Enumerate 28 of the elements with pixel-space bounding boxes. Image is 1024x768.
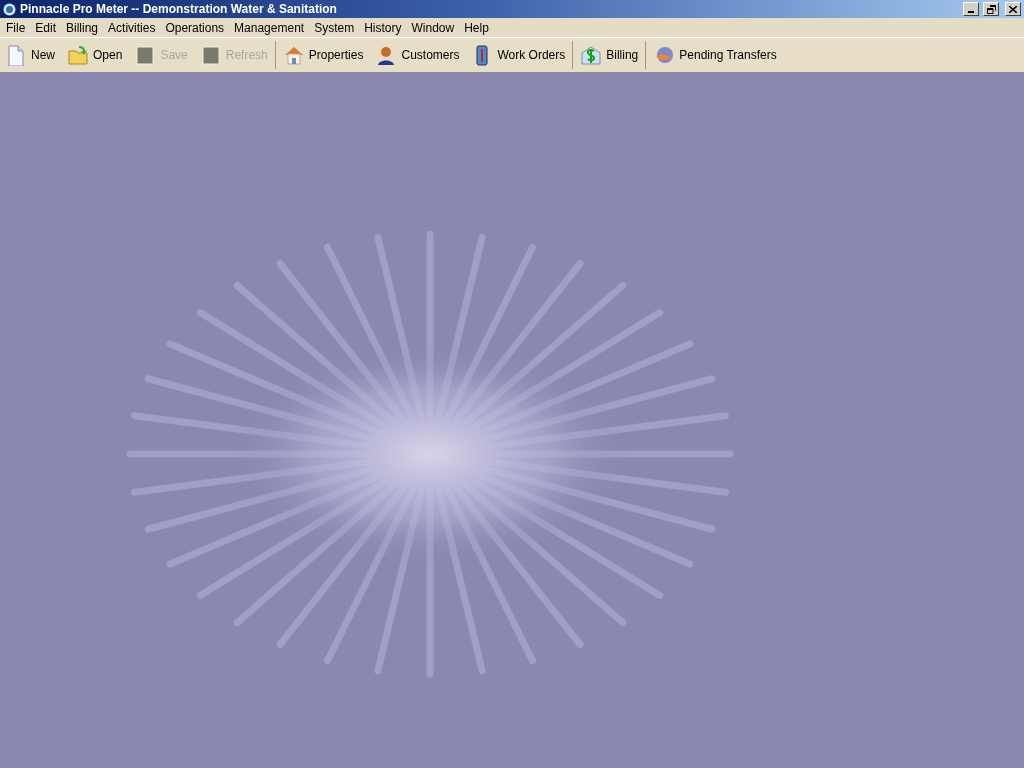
toolbar-button[interactable]: Billing <box>579 42 640 68</box>
toolbar-button[interactable]: Customers <box>374 42 461 68</box>
dollar-icon <box>580 44 603 66</box>
minimize-button[interactable] <box>963 2 979 16</box>
toolbar-button[interactable]: Pending Transfers <box>652 42 778 68</box>
toolbar-button[interactable]: New <box>4 42 56 68</box>
app-icon <box>3 2 16 16</box>
toolbar-button[interactable]: Open <box>66 42 124 68</box>
menu-item[interactable]: Activities <box>103 18 161 37</box>
menu-item[interactable]: Edit <box>30 18 62 37</box>
restore-icon <box>986 4 996 14</box>
close-button[interactable] <box>1005 2 1021 16</box>
window-title: Pinnacle Pro Meter -- Demonstration Water & Sanitation <box>20 1 337 18</box>
menu-item[interactable]: Operations <box>160 18 230 37</box>
menu-item[interactable]: File <box>1 18 31 37</box>
menu-item[interactable]: Billing <box>61 18 104 37</box>
toolbar-button[interactable]: Properties <box>281 42 365 68</box>
document-icon <box>5 44 27 66</box>
menu-item[interactable]: Management <box>229 18 310 37</box>
menu-item[interactable]: History <box>359 18 407 37</box>
close-icon <box>1009 5 1017 13</box>
menu-item[interactable]: Help <box>459 18 494 37</box>
toolbar-button[interactable]: Work Orders <box>470 42 567 68</box>
restore-button[interactable] <box>983 2 999 16</box>
minimize-icon <box>968 11 974 13</box>
menu-item[interactable]: Window <box>406 18 460 37</box>
menu-item[interactable]: System <box>309 18 360 37</box>
folder-icon <box>67 44 89 66</box>
